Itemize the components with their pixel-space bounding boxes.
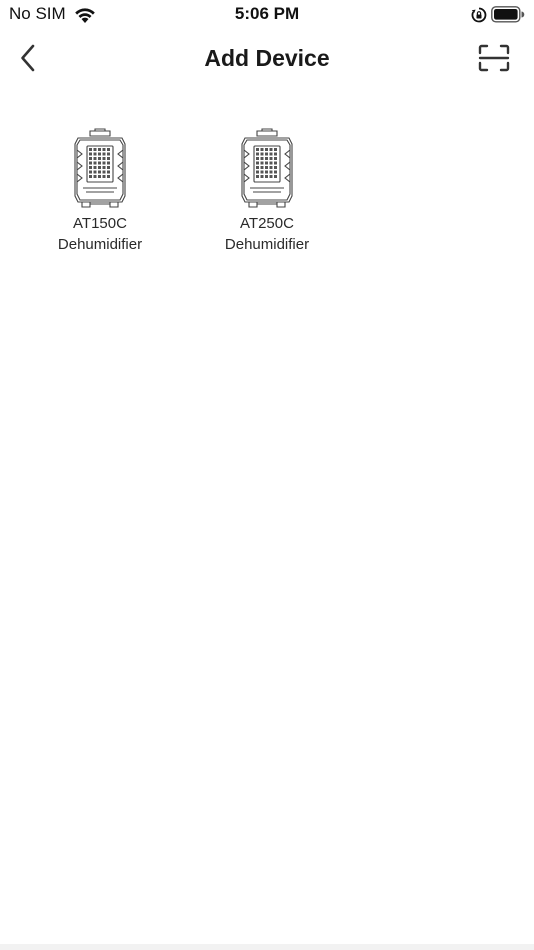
status-time: 5:06 PM bbox=[234, 4, 300, 23]
dehumidifier-image bbox=[235, 128, 299, 210]
status-bar: No SIM 5:06 PM bbox=[0, 0, 534, 30]
orientation-lock-icon bbox=[471, 7, 487, 28]
battery-icon bbox=[491, 6, 525, 28]
device-type-label: Dehumidifier bbox=[224, 236, 310, 253]
page-title: Add Device bbox=[204, 45, 330, 71]
bottom-edge bbox=[0, 944, 534, 950]
device-item-at250c[interactable]: AT250C Dehumidifier bbox=[202, 128, 332, 255]
dehumidifier-image bbox=[68, 128, 132, 210]
device-model-label: AT150C bbox=[73, 215, 127, 232]
device-model-label: AT250C bbox=[240, 215, 294, 232]
scan-icon bbox=[478, 44, 510, 77]
device-item-at150c[interactable]: AT150C Dehumidifier bbox=[35, 128, 165, 255]
navigation-bar: Add Device bbox=[0, 30, 534, 90]
device-type-label: Dehumidifier bbox=[57, 236, 143, 253]
scan-button[interactable] bbox=[474, 43, 514, 77]
